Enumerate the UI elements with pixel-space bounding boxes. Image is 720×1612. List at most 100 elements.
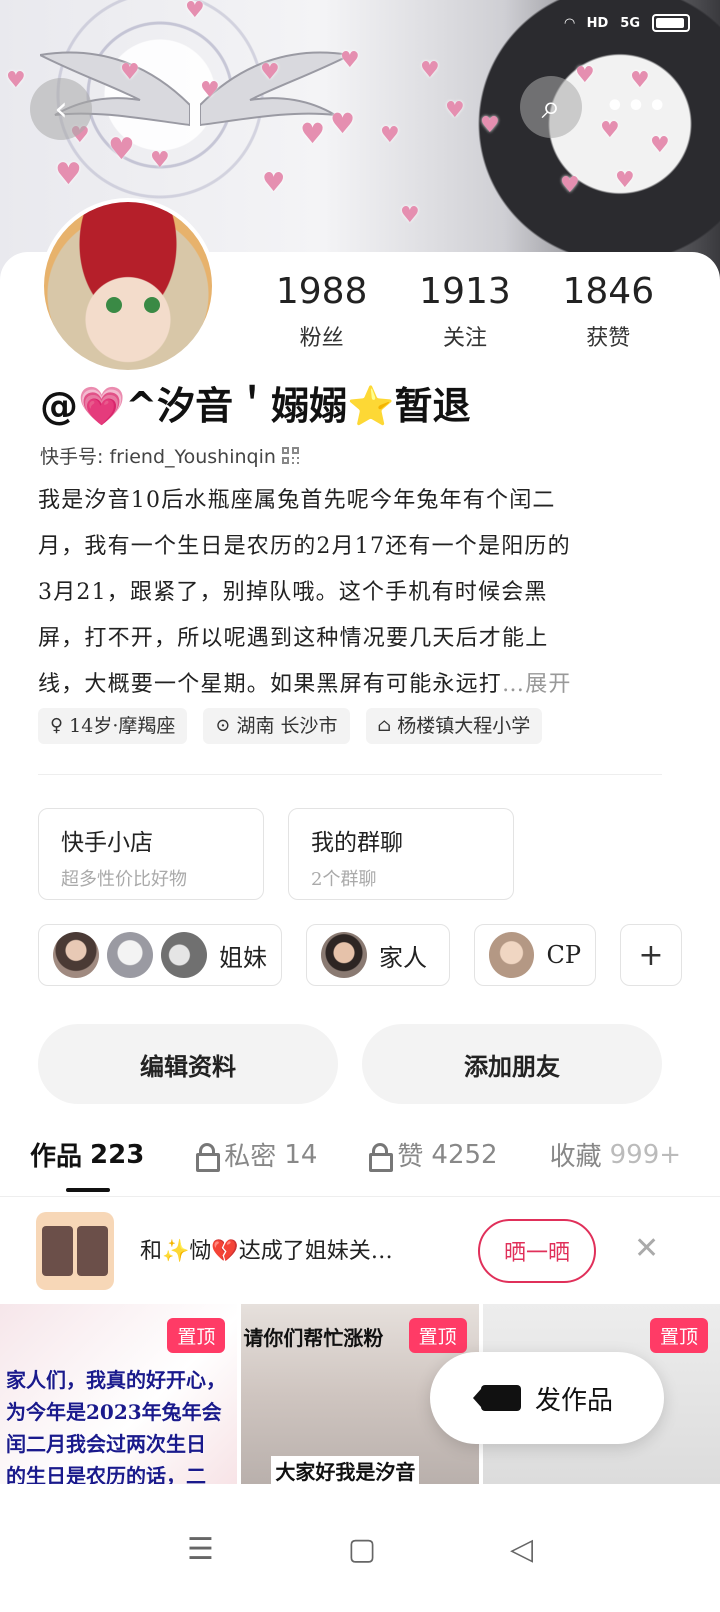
status-bar: ◠ HD 5G <box>565 14 690 32</box>
heart-decoration: ♥ <box>108 132 135 167</box>
relationship-notice: 和✨恸💔达成了姐妹关… 晒一晒 ✕ <box>0 1200 720 1302</box>
avatar[interactable] <box>40 198 216 374</box>
bio-line: 我是汐音10后水瓶座属兔首先呢今年兔年有个闰二 <box>38 488 556 513</box>
stat-number: 1846 <box>562 271 655 312</box>
heart-decoration: ♥ <box>340 48 360 73</box>
heart-decoration: ♥ <box>262 168 286 198</box>
tab-label: 收藏 <box>549 1142 602 1172</box>
tab-favorites[interactable]: 收藏 999+ <box>550 1136 681 1173</box>
network-indicator: 5G <box>620 15 640 31</box>
avatar <box>489 932 535 978</box>
menu-icon[interactable]: ☰ <box>187 1532 214 1567</box>
work-caption: 请你们帮忙涨粉 <box>243 1326 384 1350</box>
back-icon[interactable]: ◁ <box>510 1532 533 1567</box>
back-button[interactable]: ‹ <box>30 78 92 140</box>
heart-decoration: ♥ <box>560 173 580 198</box>
group-label: 姐妹 <box>219 943 267 972</box>
heart-decoration: ♥ <box>420 58 440 83</box>
bio: 我是汐音10后水瓶座属兔首先呢今年兔年有个闰二 月，我有一个生日是农历的2月17… <box>38 478 662 708</box>
profile-name: @💗^汐音＇嫋嫋⭐暂退 <box>40 384 471 428</box>
group-sisters[interactable]: 姐妹 <box>38 924 282 986</box>
system-nav-bar: ☰ ▢ ◁ <box>0 1486 720 1612</box>
group-label: 家人 <box>379 943 427 972</box>
add-group-button[interactable]: + <box>620 924 682 986</box>
heart-decoration: ♥ <box>120 60 140 85</box>
hd-indicator: HD <box>586 15 609 31</box>
heart-decoration: ♥ <box>650 133 670 158</box>
work-caption: 的生日是农历的话，二 <box>6 1464 206 1484</box>
plus-icon: + <box>638 937 664 973</box>
close-icon[interactable]: ✕ <box>634 1234 659 1264</box>
bio-ellipsis: … <box>502 672 526 697</box>
show-off-button[interactable]: 晒一晒 <box>478 1219 596 1283</box>
gender-icon: ♀ <box>50 715 64 736</box>
avatar <box>107 932 153 978</box>
tag-location: ⊙ 湖南 长沙市 <box>203 708 350 744</box>
tag-age: ♀ 14岁·摩羯座 <box>38 708 188 744</box>
kuaishou-shop-card[interactable]: 快手小店 超多性价比好物 <box>38 808 264 900</box>
heart-decoration: ♥ <box>380 123 400 148</box>
avatar <box>161 932 207 978</box>
tab-count: 4252 <box>431 1139 498 1170</box>
group-label: CP <box>546 941 581 969</box>
tag-text: 杨楼镇大程小学 <box>397 715 531 737</box>
school-icon: ⌂ <box>377 715 392 736</box>
group-chat-card[interactable]: 我的群聊 2个群聊 <box>288 808 514 900</box>
bio-line: 屏，打不开，所以呢遇到这种情况要几天后才能上 <box>38 626 549 651</box>
work-caption: 闰二月我会过两次生日 <box>6 1432 206 1456</box>
heart-decoration: ♥ <box>400 203 420 228</box>
stat-fans[interactable]: 1988 粉丝 <box>252 270 392 352</box>
qr-code-icon[interactable] <box>281 446 300 465</box>
wifi-icon: ◠ <box>564 15 575 31</box>
heart-decoration: ♥ <box>200 78 220 103</box>
notice-thumbnail <box>36 1212 114 1290</box>
tag-text: 湖南 长沙市 <box>236 715 338 737</box>
card-title: 我的群聊 <box>311 830 403 856</box>
card-subtitle: 2个群聊 <box>311 869 377 890</box>
tab-likes[interactable]: 赞 4252 <box>369 1136 498 1173</box>
work-item[interactable]: 家人们，我真的好开心， 为今年是2023年兔年会 闰二月我会过两次生日 的生日是… <box>0 1304 238 1484</box>
tag-school: ⌂ 杨楼镇大程小学 <box>365 708 543 744</box>
kuaishou-id[interactable]: 快手号: friend_Youshinqin <box>40 442 300 469</box>
group-family[interactable]: 家人 <box>306 924 450 986</box>
work-caption: 为今年是2023年兔年会 <box>6 1400 222 1424</box>
chevron-left-icon: ‹ <box>54 89 68 129</box>
lock-icon <box>369 1142 394 1172</box>
work-caption: 大家好我是汐音 <box>271 1456 420 1484</box>
add-friend-button[interactable]: 添加朋友 <box>362 1024 662 1104</box>
group-cp[interactable]: CP <box>474 924 596 986</box>
active-tab-indicator <box>66 1188 110 1192</box>
tab-label: 赞 <box>397 1142 424 1172</box>
notice-text: 和✨恸💔达成了姐妹关… <box>140 1239 393 1264</box>
stat-number: 1913 <box>419 271 511 312</box>
home-icon[interactable]: ▢ <box>348 1532 376 1567</box>
tab-private[interactable]: 私密 14 <box>196 1136 317 1173</box>
heart-decoration: ♥ <box>260 60 280 85</box>
heart-decoration: ♥ <box>55 157 82 192</box>
shortcut-cards: 快手小店 超多性价比好物 我的群聊 2个群聊 <box>38 808 514 900</box>
stat-label: 关注 <box>442 326 487 351</box>
more-icon: ••• <box>605 89 669 124</box>
publish-button[interactable]: 发作品 <box>430 1352 664 1444</box>
stat-number: 1988 <box>275 271 368 312</box>
tab-count: 999+ <box>609 1139 682 1170</box>
tab-label: 作品 <box>30 1142 83 1172</box>
bio-line-last: 线，大概要一个星期。如果黑屏有可能永远打…展开 <box>38 672 572 697</box>
stat-label: 获赞 <box>586 326 631 351</box>
expand-bio-link[interactable]: 展开 <box>525 672 571 697</box>
edit-profile-button[interactable]: 编辑资料 <box>38 1024 338 1104</box>
battery-icon <box>652 14 690 32</box>
bio-line: 3月21，跟紧了，别掉队哦。这个手机有时候会黑 <box>38 580 548 605</box>
avatar <box>321 932 367 978</box>
stat-likes[interactable]: 1846 获赞 <box>538 270 678 352</box>
work-caption: 家人们，我真的好开心， <box>6 1368 226 1392</box>
search-button[interactable]: ⌕ <box>520 76 582 138</box>
heart-decoration: ♥ <box>480 113 500 138</box>
tab-works[interactable]: 作品 223 <box>30 1136 144 1173</box>
card-title: 快手小店 <box>61 830 153 856</box>
tab-label: 私密 <box>224 1142 277 1172</box>
stats-row: 1988 粉丝 1913 关注 1846 获赞 <box>250 270 680 352</box>
stat-following[interactable]: 1913 关注 <box>395 270 535 352</box>
more-button[interactable]: ••• <box>605 76 669 138</box>
heart-decoration: ♥ <box>445 98 465 123</box>
